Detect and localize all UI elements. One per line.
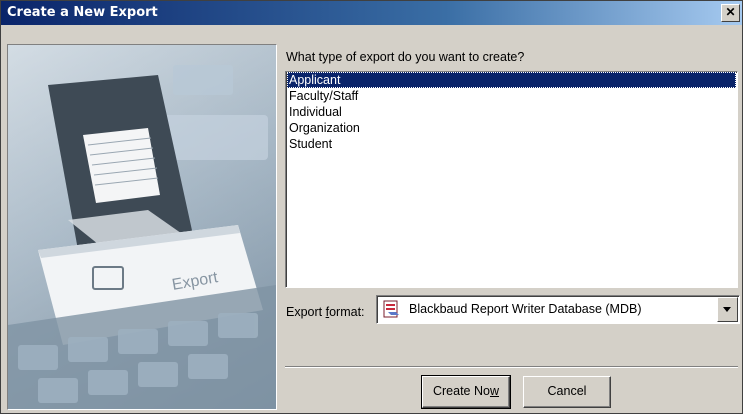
list-item[interactable]: Applicant (287, 72, 736, 88)
title-bar[interactable]: Create a New Export ✕ (1, 1, 742, 25)
list-item[interactable]: Organization (287, 120, 736, 136)
create-export-dialog: Create a New Export ✕ Export What type o… (0, 0, 743, 414)
export-type-prompt: What type of export do you want to creat… (286, 50, 525, 64)
list-item[interactable]: Faculty/Staff (287, 88, 736, 104)
floppy-keyboard-illustration: Export (8, 45, 276, 409)
export-format-select[interactable]: Blackbaud Report Writer Database (MDB) (376, 295, 740, 324)
export-format-label: Export format: (286, 305, 365, 319)
export-illustration: Export (7, 44, 277, 410)
list-item[interactable]: Individual (287, 104, 736, 120)
close-button[interactable]: ✕ (721, 4, 740, 22)
export-type-list[interactable]: Applicant Faculty/Staff Individual Organiza… (285, 71, 738, 288)
chevron-down-icon[interactable] (717, 297, 738, 322)
create-now-button[interactable]: Create Now (421, 375, 511, 409)
export-format-value: Blackbaud Report Writer Database (MDB) (409, 302, 642, 316)
list-item[interactable]: Student (287, 136, 736, 152)
database-report-icon (383, 300, 399, 318)
close-icon: ✕ (725, 5, 736, 19)
cancel-button[interactable]: Cancel (523, 376, 611, 408)
divider (285, 366, 738, 368)
dialog-title: Create a New Export (7, 5, 158, 20)
